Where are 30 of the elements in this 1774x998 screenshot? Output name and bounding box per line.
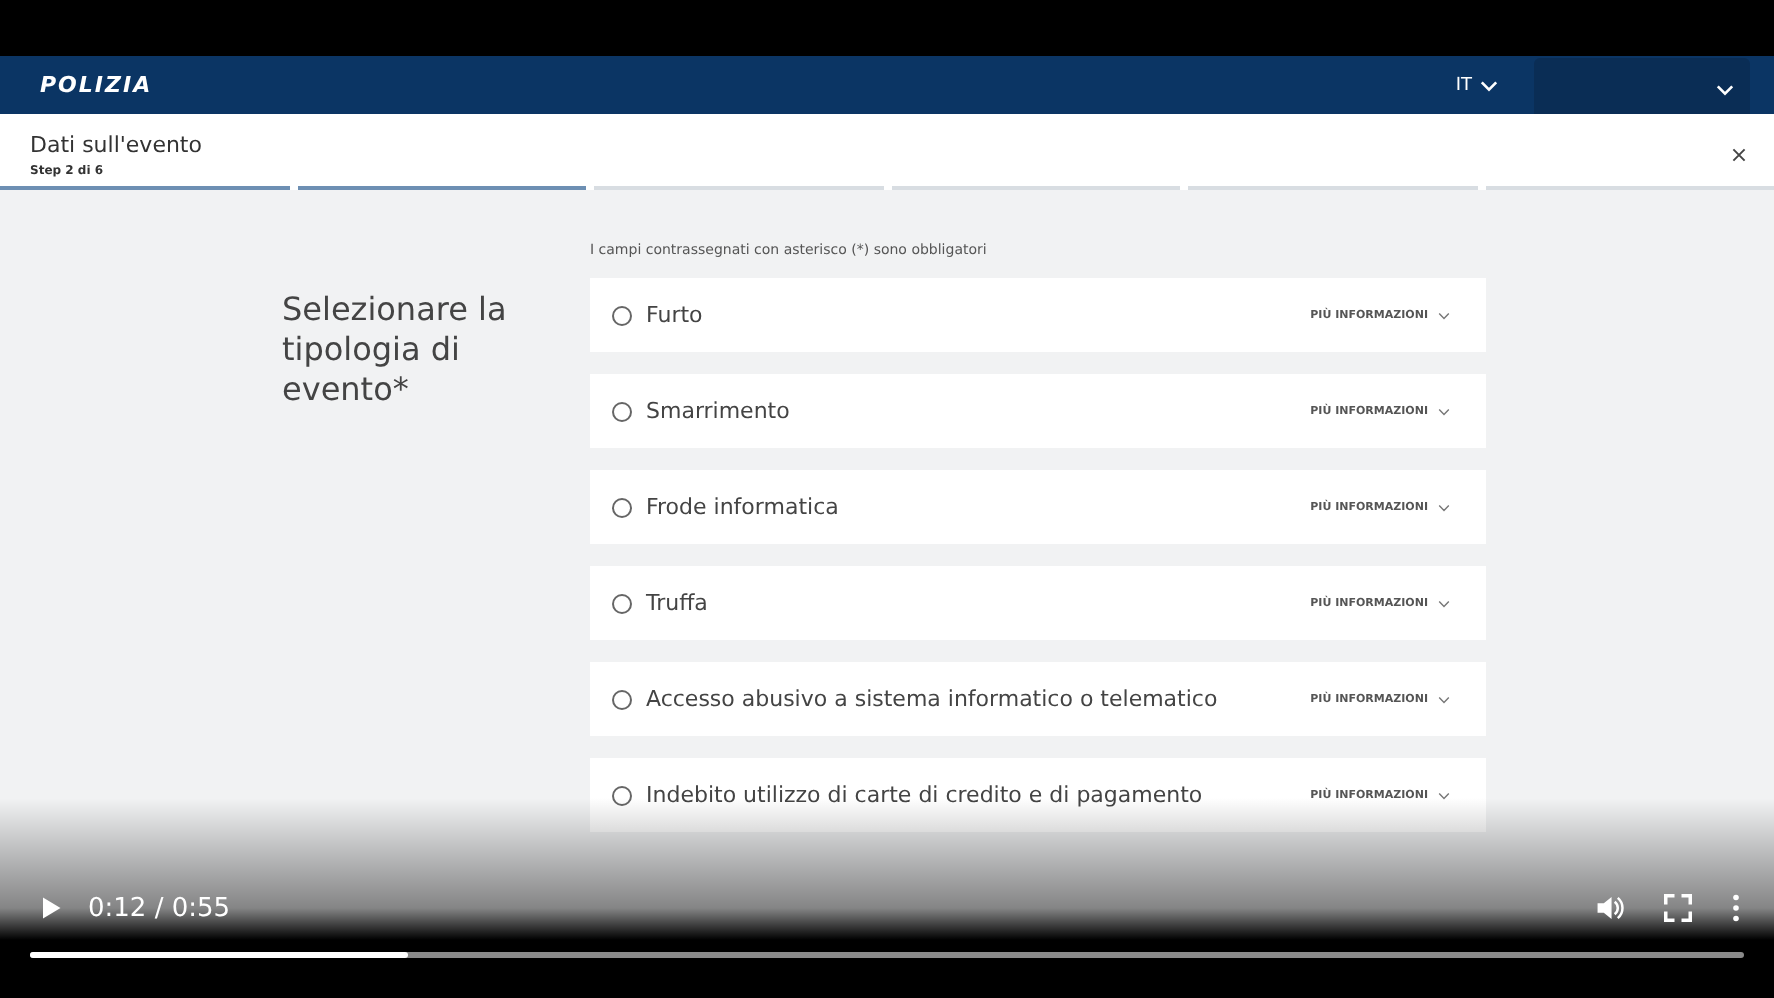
language-selector[interactable]: IT (1455, 75, 1498, 95)
radio-button[interactable] (612, 689, 632, 709)
option-label: Accesso abusivo a sistema informatico o telematico (646, 686, 1218, 712)
chevron-icon (1438, 695, 1450, 703)
radio-button[interactable] (612, 497, 632, 517)
close-icon[interactable] (1732, 147, 1746, 161)
option-label: Smarrimento (646, 398, 790, 424)
radio-button[interactable] (612, 305, 632, 325)
more-options-icon[interactable] (1732, 894, 1740, 922)
option-label: Furto (646, 302, 703, 328)
question-heading: Selezionare la tipologia di evento* (282, 290, 509, 410)
option-label: Frode informatica (646, 494, 839, 520)
option-label: Indebito utilizzo di carte di credito e di pagamento (646, 782, 1203, 808)
chevron-icon (1480, 79, 1498, 91)
option-label: Truffa (646, 590, 708, 616)
radio-button[interactable] (612, 593, 632, 613)
chevron-icon (1438, 599, 1450, 607)
radio-button[interactable] (612, 785, 632, 805)
volume-icon[interactable] (1596, 894, 1624, 922)
radio-button[interactable] (612, 401, 632, 421)
site-logo: POLIZIA (40, 72, 153, 98)
chevron-icon (1438, 503, 1450, 511)
chevron-icon (1716, 83, 1734, 95)
chevron-icon (1438, 407, 1450, 415)
chevron-icon (1438, 791, 1450, 799)
form-title: Dati sull'evento (30, 131, 202, 157)
chevron-icon (1438, 311, 1450, 319)
playback-time: 0:12 / 0:55 (88, 893, 231, 923)
fullscreen-icon[interactable] (1664, 894, 1692, 922)
seek-bar[interactable] (30, 952, 1744, 958)
